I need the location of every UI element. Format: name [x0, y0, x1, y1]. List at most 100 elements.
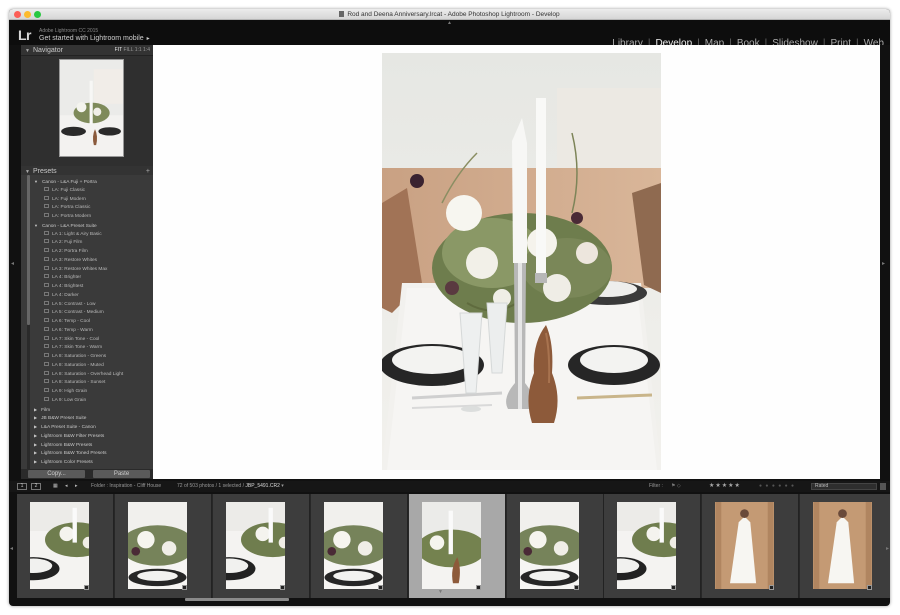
- selected-filename[interactable]: JBP_5491.CR2: [245, 483, 279, 489]
- preset-label: LA 8: Saturation - Muted: [52, 362, 104, 368]
- filter-label: Filter :: [649, 483, 663, 489]
- right-panel-edge[interactable]: ▸: [880, 45, 890, 479]
- filmstrip-cell[interactable]: [212, 494, 310, 598]
- preset-item[interactable]: LA 2: Portra Film: [31, 248, 151, 257]
- preset-item[interactable]: LA 5: Contrast - Low: [31, 300, 151, 310]
- filmstrip-cell[interactable]: [604, 494, 702, 598]
- forward-arrow-icon[interactable]: ▸: [75, 481, 78, 492]
- preset-label: LA 4: Brighter: [52, 275, 82, 281]
- grid-view-icon[interactable]: ▦: [53, 481, 58, 492]
- filmstrip-cell[interactable]: [114, 494, 212, 598]
- mobile-link[interactable]: Get started with Lightroom mobile ▸: [39, 35, 150, 42]
- filmstrip-thumbnail[interactable]: [813, 502, 873, 589]
- back-arrow-icon[interactable]: ◂: [65, 481, 68, 492]
- triangle-right-icon: ▶: [34, 406, 38, 412]
- photo-count-text: 72 of 503 photos / 1 selected /: [177, 483, 244, 489]
- paste-button[interactable]: Paste: [93, 470, 150, 478]
- preset-folder[interactable]: ▶ Lightroom B&W Toned Presets: [31, 449, 151, 458]
- filmstrip-thumbnail[interactable]: [30, 502, 89, 589]
- main-photo[interactable]: [382, 53, 661, 470]
- zoom-1-1[interactable]: 1:1: [135, 47, 142, 53]
- filmstrip-cell[interactable]: [310, 494, 408, 598]
- monitor-2-button[interactable]: 2: [31, 483, 41, 490]
- preset-item[interactable]: LA 4: Brightest: [31, 283, 151, 292]
- preset-folder[interactable]: ▶ Lightroom B&W Filter Presets: [31, 432, 151, 441]
- preset-item[interactable]: LA 5: Contrast - Medium: [31, 309, 151, 318]
- chevron-up-icon[interactable]: ▲: [447, 20, 452, 26]
- filmstrip-thumbnail[interactable]: [225, 502, 285, 589]
- preset-item[interactable]: LA 6: Temp - Cool: [31, 318, 151, 327]
- zoom-fill[interactable]: FILL: [123, 47, 133, 53]
- preset-folder[interactable]: ▶ JB B&W Preset Suite: [31, 414, 151, 423]
- preset-folder[interactable]: ▶ L&A Preset Suite - Canon: [31, 423, 151, 432]
- presets-scrollbar[interactable]: [27, 175, 30, 469]
- preset-item[interactable]: LA: Fuji Classic: [31, 186, 151, 196]
- preset-folder[interactable]: ▶ Film: [31, 406, 151, 415]
- chevron-right-icon[interactable]: ▸: [882, 260, 885, 267]
- filmstrip-chevron-right-icon[interactable]: ▸: [886, 545, 889, 552]
- thumbnail-image: [715, 502, 775, 589]
- filmstrip-thumbnail[interactable]: [617, 502, 677, 589]
- copy-button[interactable]: Copy...: [28, 470, 85, 478]
- preset-item[interactable]: LA 4: Darker: [31, 291, 151, 301]
- rating-filter-stars[interactable]: ★★★★★: [709, 481, 741, 492]
- chevron-down-icon[interactable]: ▼: [438, 589, 443, 595]
- filmstrip-thumbnail[interactable]: [323, 502, 383, 589]
- filmstrip-cell[interactable]: [800, 494, 890, 598]
- preset-item[interactable]: LA 3: Restore Whites: [31, 256, 151, 266]
- monitor-1-button[interactable]: 1: [17, 483, 27, 490]
- preset-item[interactable]: LA 1: Light & Airy Basic: [31, 230, 151, 240]
- preset-item[interactable]: LA 3: Restore Whites Max: [31, 265, 151, 275]
- filmstrip-cell[interactable]: [408, 494, 506, 598]
- preset-item[interactable]: LA: Fuji Modern: [31, 195, 151, 205]
- filter-lock-icon[interactable]: [880, 483, 886, 490]
- preset-folder[interactable]: ▶ Lightroom B&W Presets: [31, 441, 151, 450]
- preset-item[interactable]: LA 4: Brighter: [31, 274, 151, 283]
- preset-label: LA: Portra Classic: [52, 205, 91, 211]
- preset-icon: [44, 370, 49, 375]
- preset-item[interactable]: LA 8: Saturation - Overhead Light: [31, 370, 151, 380]
- preset-icon: [44, 291, 49, 296]
- preset-label: LA: Fuji Classic: [52, 187, 86, 193]
- preset-item[interactable]: LA 6: Temp - Warm: [31, 326, 151, 336]
- navigator-header[interactable]: ▼ Navigator FIT FILL 1:1 1:4: [21, 45, 153, 56]
- preset-item[interactable]: LA 2: Fuji Film: [31, 239, 151, 248]
- filmstrip-thumbnail[interactable]: [519, 502, 579, 589]
- filmstrip-cell[interactable]: [702, 494, 800, 598]
- preset-item[interactable]: LA 8: Saturation - Greens: [31, 353, 151, 362]
- filmstrip-cell[interactable]: [17, 494, 114, 598]
- filmstrip-scrollbar[interactable]: [185, 598, 289, 601]
- color-label-filter[interactable]: ● ● ● ● ● ●: [759, 481, 795, 492]
- preset-item[interactable]: LA 9: Low Grain: [31, 396, 151, 406]
- filmstrip-cell[interactable]: [506, 494, 604, 598]
- left-panel-edge[interactable]: ◂: [9, 45, 21, 479]
- preset-item[interactable]: LA: Portra Classic: [31, 204, 151, 213]
- triangle-right-icon: ▶: [34, 432, 38, 438]
- preset-folder[interactable]: ▶ Lightroom Color Presets: [31, 458, 151, 467]
- filmstrip-chevron-left-icon[interactable]: ◂: [10, 545, 13, 552]
- preset-item[interactable]: LA 8: Saturation - Muted: [31, 361, 151, 371]
- scrollbar-thumb[interactable]: [27, 175, 30, 325]
- filmstrip-thumbnail[interactable]: [421, 502, 481, 589]
- preset-icon: [44, 195, 49, 200]
- preset-folder[interactable]: ▼ Canon - L&A Fuji + Portra: [31, 178, 151, 187]
- navigator-preview-area: [21, 56, 153, 166]
- develop-canvas: [153, 45, 880, 479]
- chevron-left-icon[interactable]: ◂: [11, 260, 14, 267]
- preset-item[interactable]: LA 7: Skin Tone - Cool: [31, 335, 151, 345]
- filmstrip-thumbnail[interactable]: [715, 502, 775, 589]
- preset-item[interactable]: LA 7: Skin Tone - Warm: [31, 344, 151, 353]
- filmstrip-thumbnail[interactable]: [127, 502, 187, 589]
- zoom-1-4[interactable]: 1:4: [143, 47, 150, 53]
- source-path[interactable]: Folder : Inspiration - Cliff House: [91, 481, 161, 492]
- filter-preset-select[interactable]: Rated: [811, 483, 877, 490]
- main-photo-image: [382, 53, 661, 470]
- zoom-fit[interactable]: FIT: [115, 47, 122, 53]
- flag-filter-icon[interactable]: ⚑ ◇: [671, 481, 681, 492]
- filename-chevron-down-icon[interactable]: ▾: [281, 483, 284, 489]
- preset-item[interactable]: LA 9: High Grain: [31, 388, 151, 397]
- preset-item[interactable]: LA: Portra Modern: [31, 213, 151, 222]
- preset-folder[interactable]: ▼ Canon - L&A Preset Suite: [31, 222, 151, 231]
- preset-item[interactable]: LA 8: Saturation - Sunset: [31, 379, 151, 388]
- navigator-preview[interactable]: [59, 59, 124, 157]
